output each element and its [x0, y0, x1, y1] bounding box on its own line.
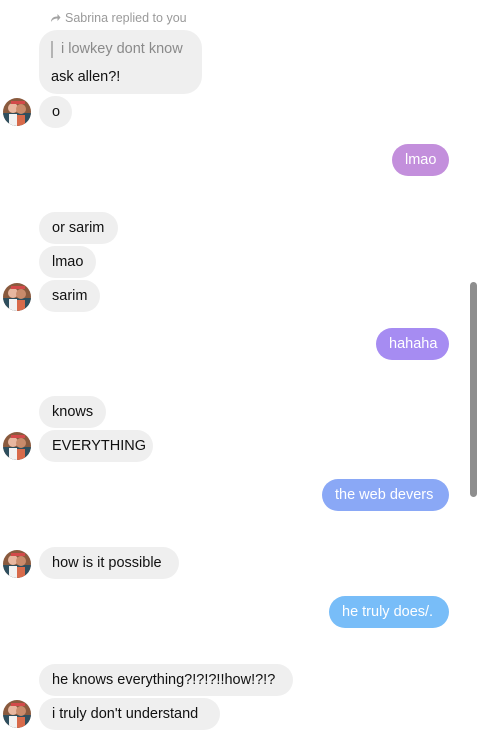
scrollbar-thumb[interactable]	[470, 282, 477, 497]
incoming-message[interactable]: i truly don't understand	[39, 698, 220, 730]
incoming-message[interactable]: he knows everything?!?!?!!how!?!?	[39, 664, 293, 696]
reply-arrow-icon	[50, 13, 61, 23]
incoming-message[interactable]: how is it possible	[39, 547, 179, 579]
outgoing-message[interactable]: hahaha	[376, 328, 449, 360]
message-text: ask allen?!	[51, 69, 121, 85]
avatar[interactable]	[3, 700, 31, 728]
quoted-message: i lowkey dont know	[51, 41, 183, 58]
avatar[interactable]	[3, 98, 31, 126]
incoming-message[interactable]: sarim	[39, 280, 100, 312]
incoming-message[interactable]: lmao	[39, 246, 96, 278]
reply-indicator: Sabrina replied to you	[50, 11, 187, 25]
message-thread[interactable]: Sabrina replied to you i lowkey dont kno…	[0, 0, 480, 739]
outgoing-message[interactable]: lmao	[392, 144, 449, 176]
outgoing-message[interactable]: he truly does/.	[329, 596, 449, 628]
avatar[interactable]	[3, 550, 31, 578]
outgoing-message[interactable]: the web devers	[322, 479, 449, 511]
incoming-message[interactable]: EVERYTHING	[39, 430, 153, 462]
avatar[interactable]	[3, 283, 31, 311]
incoming-message[interactable]: knows	[39, 396, 106, 428]
incoming-message[interactable]: or sarim	[39, 212, 118, 244]
avatar[interactable]	[3, 432, 31, 460]
incoming-message[interactable]: o	[39, 96, 72, 128]
reply-header-text: Sabrina replied to you	[65, 11, 187, 25]
quoted-reply-bubble[interactable]: i lowkey dont know ask allen?!	[39, 30, 202, 94]
